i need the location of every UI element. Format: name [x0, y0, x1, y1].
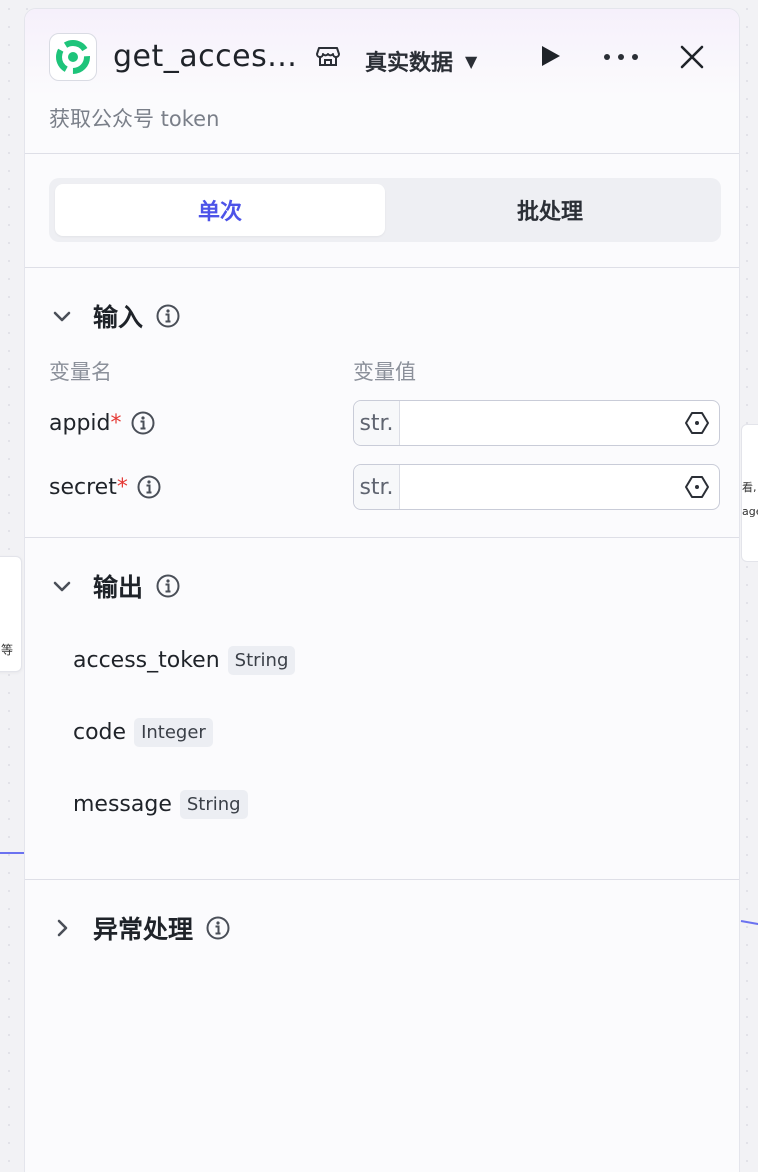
output-type-badge: String — [227, 646, 296, 675]
output-type-badge: String — [179, 790, 248, 819]
more-icon[interactable] — [603, 53, 639, 61]
output-name: code — [73, 720, 127, 745]
mode-tabs: 单次 批处理 — [49, 178, 721, 242]
variable-reference-icon[interactable] — [683, 473, 711, 501]
chevron-down-icon — [53, 581, 71, 592]
param-name: appid — [49, 410, 111, 436]
output-section-header[interactable]: 输出 — [51, 568, 181, 604]
plugin-logo — [49, 33, 97, 81]
mode-tabs-area: 单次 批处理 — [25, 154, 739, 268]
info-icon[interactable] — [155, 303, 181, 329]
tab-batch[interactable]: 批处理 — [385, 184, 715, 236]
input-section: 输入 变量名 变量值 appid * str. acc10 — [25, 268, 739, 538]
panel-header: get_acces... 真实数据 ▼ 获取公众号 token — [25, 9, 739, 154]
exception-section: 异常处理 — [25, 880, 739, 1080]
input-section-title: 输入 — [93, 303, 144, 332]
variable-name-column-label: 变量名 — [49, 360, 112, 384]
output-item: message String — [73, 790, 248, 819]
caret-down-icon: ▼ — [465, 51, 478, 71]
type-tag: str. — [354, 401, 400, 445]
type-tag: str. — [354, 465, 400, 509]
play-icon[interactable] — [537, 43, 563, 69]
required-mark: * — [116, 474, 128, 500]
variable-value-column-label: 变量值 — [353, 360, 416, 384]
wechat-logo-icon — [56, 40, 90, 74]
secret-value-field[interactable]: str. . — [353, 464, 720, 510]
node-detail-panel: get_acces... 真实数据 ▼ 获取公众号 token 单次 批处理 输… — [24, 8, 740, 1172]
close-icon[interactable] — [679, 44, 705, 70]
info-icon[interactable] — [130, 410, 156, 436]
output-item: code Integer — [73, 718, 213, 747]
connection-edge-left — [0, 852, 24, 854]
node-description: 获取公众号 token — [49, 107, 220, 131]
input-section-header[interactable]: 输入 — [51, 298, 181, 334]
output-section: 输出 access_token String code Integer mess… — [25, 538, 739, 880]
background-node-left-text: 等 — [1, 643, 14, 657]
info-icon[interactable] — [155, 573, 181, 599]
output-name: access_token — [73, 648, 220, 673]
param-secret-label-row: secret * — [49, 474, 162, 500]
param-name: secret — [49, 474, 117, 500]
background-node-right-text-1: 看, — [742, 481, 757, 494]
background-node-right-text-2: age — [742, 505, 758, 518]
exception-section-title: 异常处理 — [93, 915, 194, 944]
output-name: message — [73, 792, 172, 817]
store-icon[interactable] — [315, 43, 341, 69]
node-title[interactable]: get_acces... — [113, 39, 297, 74]
output-section-title: 输出 — [93, 573, 144, 602]
info-icon[interactable] — [136, 474, 162, 500]
background-node-left[interactable]: 等 — [0, 556, 22, 672]
param-appid-label-row: appid * — [49, 410, 156, 436]
output-type-badge: Integer — [134, 718, 213, 747]
required-mark: * — [110, 410, 122, 436]
exception-section-header[interactable]: 异常处理 — [51, 910, 231, 946]
chevron-down-icon — [53, 311, 71, 322]
background-node-right[interactable]: 看, age — [741, 424, 758, 562]
appid-value-field[interactable]: str. acc10 — [353, 400, 720, 446]
data-source-dropdown[interactable]: 真实数据 ▼ — [365, 45, 477, 77]
output-item: access_token String — [73, 646, 296, 675]
tab-single[interactable]: 单次 — [55, 184, 385, 236]
info-icon[interactable] — [205, 915, 231, 941]
variable-reference-icon[interactable] — [683, 409, 711, 437]
data-source-label: 真实数据 — [365, 51, 454, 76]
chevron-right-icon — [57, 919, 68, 937]
